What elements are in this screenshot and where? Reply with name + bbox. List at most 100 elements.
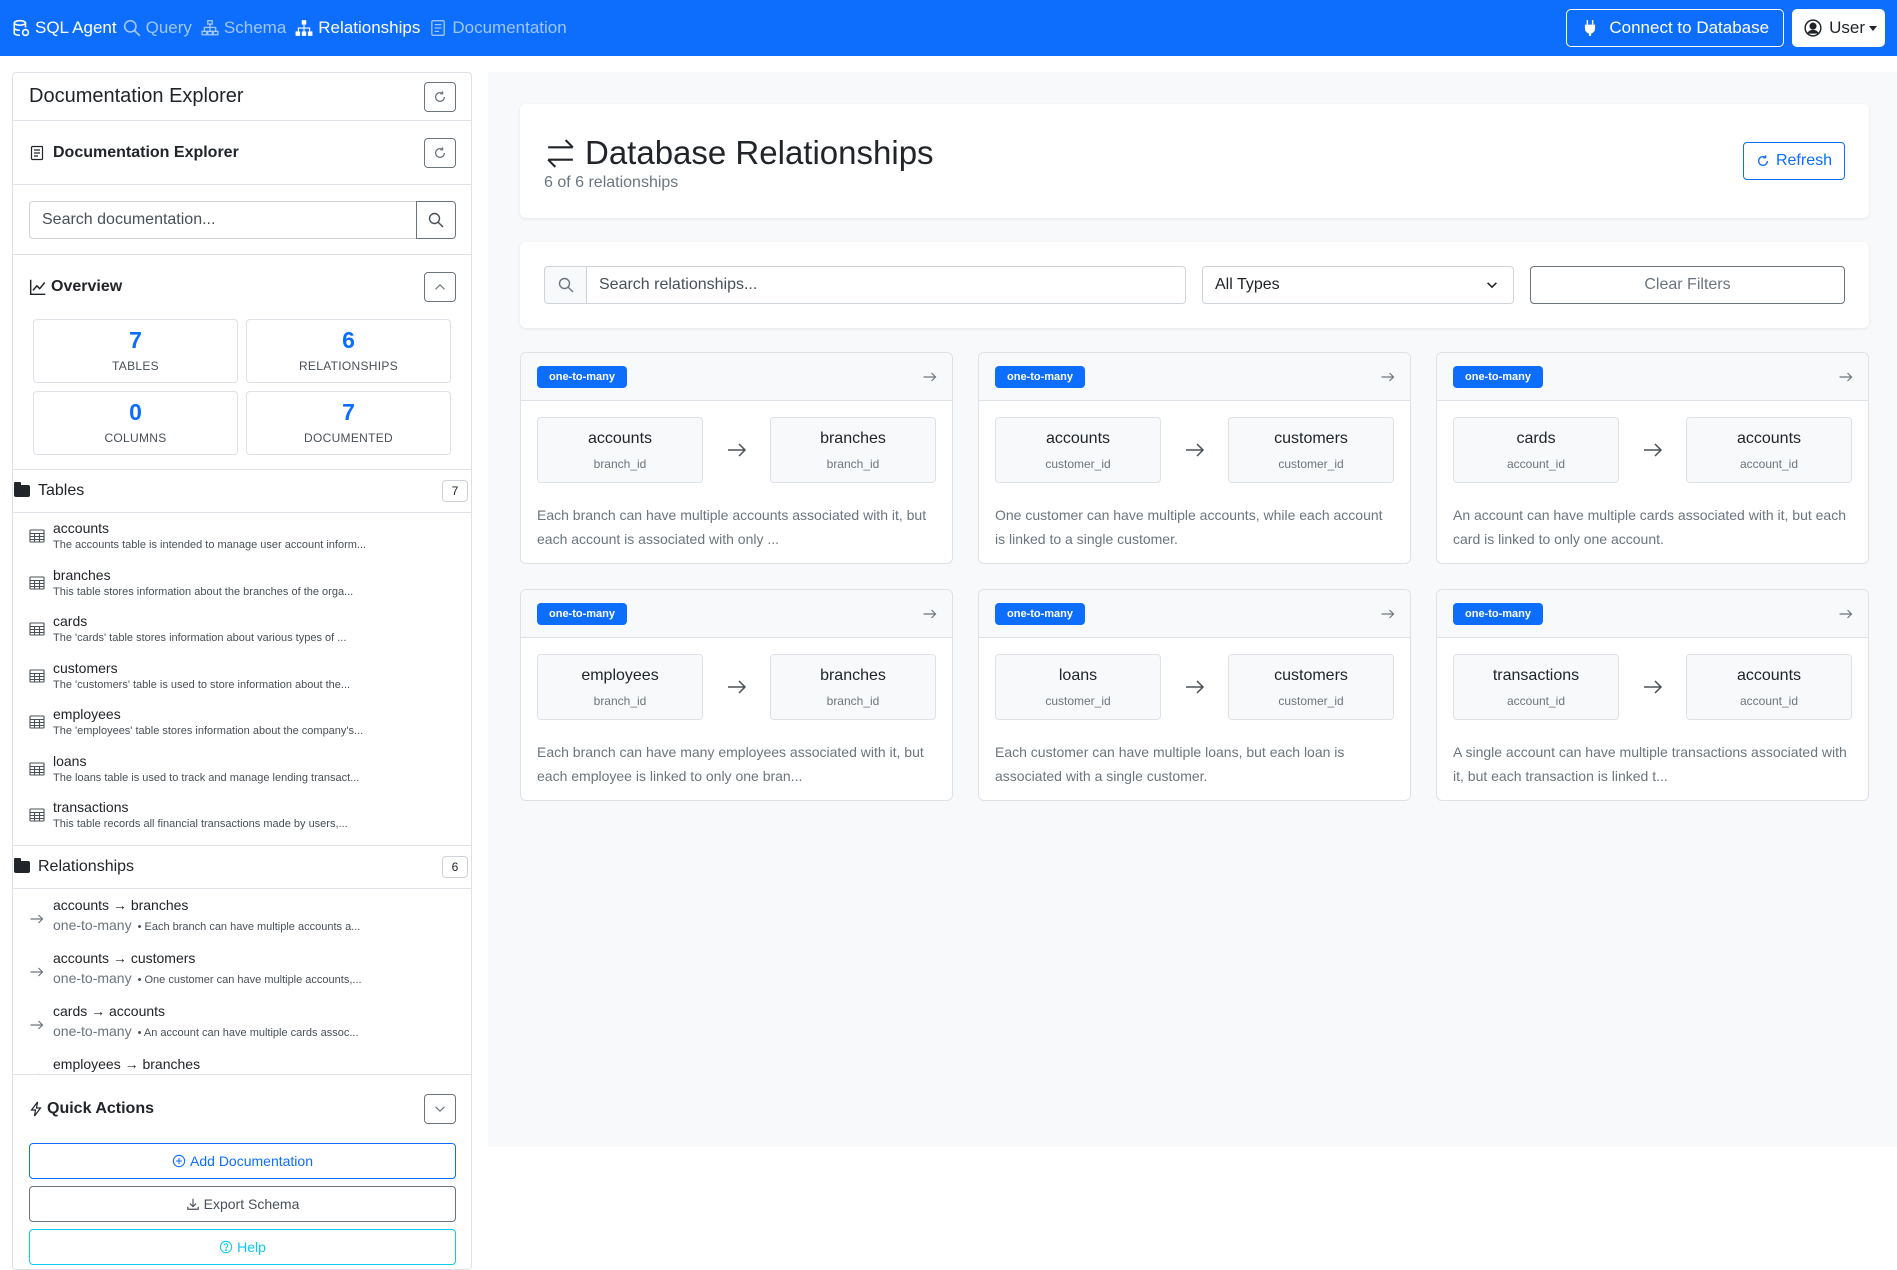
tables-section-title: Tables bbox=[38, 482, 85, 499]
table-name: customers bbox=[53, 659, 118, 676]
add-documentation-button[interactable]: Add Documentation bbox=[29, 1143, 456, 1179]
brand-label: SQL Agent bbox=[35, 18, 117, 37]
export-schema-button[interactable]: Export Schema bbox=[29, 1186, 456, 1222]
table-name: employees bbox=[53, 706, 121, 722]
download-icon bbox=[186, 1198, 199, 1210]
relationship-description: A single account can have multiple trans… bbox=[1453, 744, 1847, 784]
source-column: account_id bbox=[1506, 456, 1566, 471]
arrow-right-icon[interactable] bbox=[922, 606, 938, 622]
table-list-item[interactable]: transactions This table records all finan… bbox=[13, 798, 471, 845]
stat-label: TABLES bbox=[112, 359, 159, 373]
relationship-list-item[interactable]: accounts → customers one-to-many • One cus… bbox=[13, 950, 471, 1003]
user-menu-button[interactable]: User bbox=[1792, 9, 1885, 47]
target-table-box: accounts account_id bbox=[1686, 654, 1852, 720]
nav-relationships[interactable]: Relationships bbox=[295, 18, 420, 38]
explorer-refresh-button[interactable] bbox=[424, 137, 456, 168]
arrow-right-icon[interactable] bbox=[1380, 369, 1396, 385]
source-column: branch_id bbox=[593, 456, 647, 471]
overview-collapse-button[interactable] bbox=[424, 272, 456, 302]
folder-icon bbox=[14, 857, 30, 873]
arrow-right-icon[interactable] bbox=[922, 369, 938, 385]
refresh-icon bbox=[435, 90, 445, 102]
relationships-count-text: 6 of 6 relationships bbox=[544, 174, 679, 191]
connect-database-button[interactable]: Connect to Database bbox=[1566, 9, 1785, 47]
target-table-name: customers bbox=[1274, 429, 1348, 447]
arrow-right-icon[interactable] bbox=[1838, 606, 1854, 622]
table-name: accounts bbox=[53, 520, 110, 536]
sidebar-refresh-button[interactable] bbox=[424, 81, 456, 112]
relationship-card[interactable]: one-to-many accounts customer_id customers c… bbox=[978, 352, 1411, 564]
table-list-item[interactable]: cards The 'cards' table stores informatio… bbox=[13, 612, 471, 659]
stat-tables: 7 TABLES bbox=[33, 319, 238, 383]
relationships-search-input[interactable] bbox=[586, 266, 1186, 304]
arrow-right-icon bbox=[726, 439, 748, 461]
relationship-card[interactable]: one-to-many loans customer_id customers cust… bbox=[978, 589, 1411, 801]
table-list-item[interactable]: customers The 'customers' table is used t… bbox=[13, 659, 471, 706]
relationship-type-badge: one-to-many bbox=[995, 602, 1085, 625]
nav-query[interactable]: Query bbox=[123, 18, 192, 38]
arrow-right-icon bbox=[29, 911, 45, 927]
chevron-down-icon bbox=[1487, 282, 1497, 289]
quick-actions-panel: Quick Actions Add Documentation Export S… bbox=[13, 1074, 471, 1269]
tables-section-header[interactable]: Tables 7 bbox=[13, 469, 471, 513]
connect-database-label: Connect to Database bbox=[1609, 18, 1770, 37]
stat-value: 0 bbox=[129, 399, 142, 425]
refresh-button[interactable]: Refresh bbox=[1742, 142, 1845, 180]
stat-label: COLUMNS bbox=[104, 431, 167, 445]
target-column: customer_id bbox=[1278, 693, 1344, 708]
source-table-box: cards account_id bbox=[1453, 417, 1619, 483]
relationship-type: one-to-many bbox=[53, 1022, 132, 1039]
nav-schema[interactable]: Schema bbox=[201, 18, 286, 38]
table-description: The 'customers' table is used to store i… bbox=[53, 678, 351, 691]
top-navbar: SQL Agent Query Schema Relationships Doc… bbox=[0, 0, 1897, 56]
relationships-section-header[interactable]: Relationships 6 bbox=[13, 844, 471, 889]
target-table-box: customers customer_id bbox=[1228, 417, 1394, 483]
arrow-right-icon[interactable] bbox=[1380, 606, 1396, 622]
relationship-card[interactable]: one-to-many accounts branch_id branches bran… bbox=[520, 352, 953, 564]
stat-value: 7 bbox=[342, 399, 355, 425]
table-icon bbox=[29, 575, 45, 591]
nav-documentation[interactable]: Documentation bbox=[429, 18, 567, 38]
clear-filters-button[interactable]: Clear Filters bbox=[1530, 266, 1845, 304]
quick-actions-expand-button[interactable] bbox=[424, 1094, 456, 1124]
table-name: cards bbox=[53, 613, 88, 629]
brand-link[interactable]: SQL Agent bbox=[12, 18, 117, 38]
relationships-count-badge: 6 bbox=[442, 855, 468, 878]
table-list-item[interactable]: accounts The accounts table is intended t… bbox=[13, 519, 471, 566]
stat-value: 6 bbox=[342, 327, 355, 353]
target-table-box: customers customer_id bbox=[1228, 654, 1394, 720]
relationship-card[interactable]: one-to-many employees branch_id branches bra… bbox=[520, 589, 953, 801]
documentation-search-input[interactable] bbox=[29, 200, 416, 239]
search-icon bbox=[428, 212, 444, 227]
relationship-card[interactable]: one-to-many transactions account_id account… bbox=[1436, 589, 1869, 801]
help-button[interactable]: Help bbox=[29, 1229, 456, 1265]
add-documentation-label: Add Documentation bbox=[190, 1153, 313, 1169]
target-table-name: customers bbox=[1274, 666, 1348, 684]
relationship-list-item[interactable]: cards → accounts one-to-many • An account … bbox=[13, 1003, 471, 1056]
user-circle-icon bbox=[1804, 19, 1822, 37]
relationship-type-badge: one-to-many bbox=[537, 365, 627, 388]
arrow-right-icon[interactable] bbox=[1838, 369, 1854, 385]
table-description: This table stores information about the … bbox=[53, 585, 354, 598]
nav-relationships-label: Relationships bbox=[318, 18, 421, 37]
table-name: branches bbox=[53, 566, 111, 583]
table-list-item[interactable]: branches This table stores information ab… bbox=[13, 566, 471, 613]
table-description: The 'employees' table stores information… bbox=[53, 725, 364, 737]
help-label: Help bbox=[237, 1239, 266, 1255]
source-column: customer_id bbox=[1045, 693, 1111, 708]
table-list-item[interactable]: loans The loans table is used to track an… bbox=[13, 752, 471, 799]
target-column: account_id bbox=[1739, 456, 1799, 471]
relationship-card[interactable]: one-to-many cards account_id accounts accoun… bbox=[1436, 352, 1869, 564]
documentation-search-button[interactable] bbox=[416, 200, 456, 239]
sitemap-icon bbox=[201, 19, 219, 37]
table-description: The 'cards' table stores information abo… bbox=[53, 632, 347, 644]
type-filter-select[interactable]: All Types bbox=[1202, 266, 1514, 304]
relationship-list-item[interactable]: accounts → branches one-to-many • Each bra… bbox=[13, 897, 471, 950]
table-icon bbox=[29, 621, 45, 637]
target-table-name: accounts bbox=[1736, 429, 1802, 447]
target-table-name: accounts bbox=[1736, 666, 1802, 684]
refresh-icon bbox=[1757, 155, 1768, 167]
table-list-item[interactable]: employees The 'employees' table stores in… bbox=[13, 705, 471, 752]
stat-documented: 7 DOCUMENTED bbox=[246, 391, 451, 455]
relationship-type-badge: one-to-many bbox=[995, 365, 1085, 388]
